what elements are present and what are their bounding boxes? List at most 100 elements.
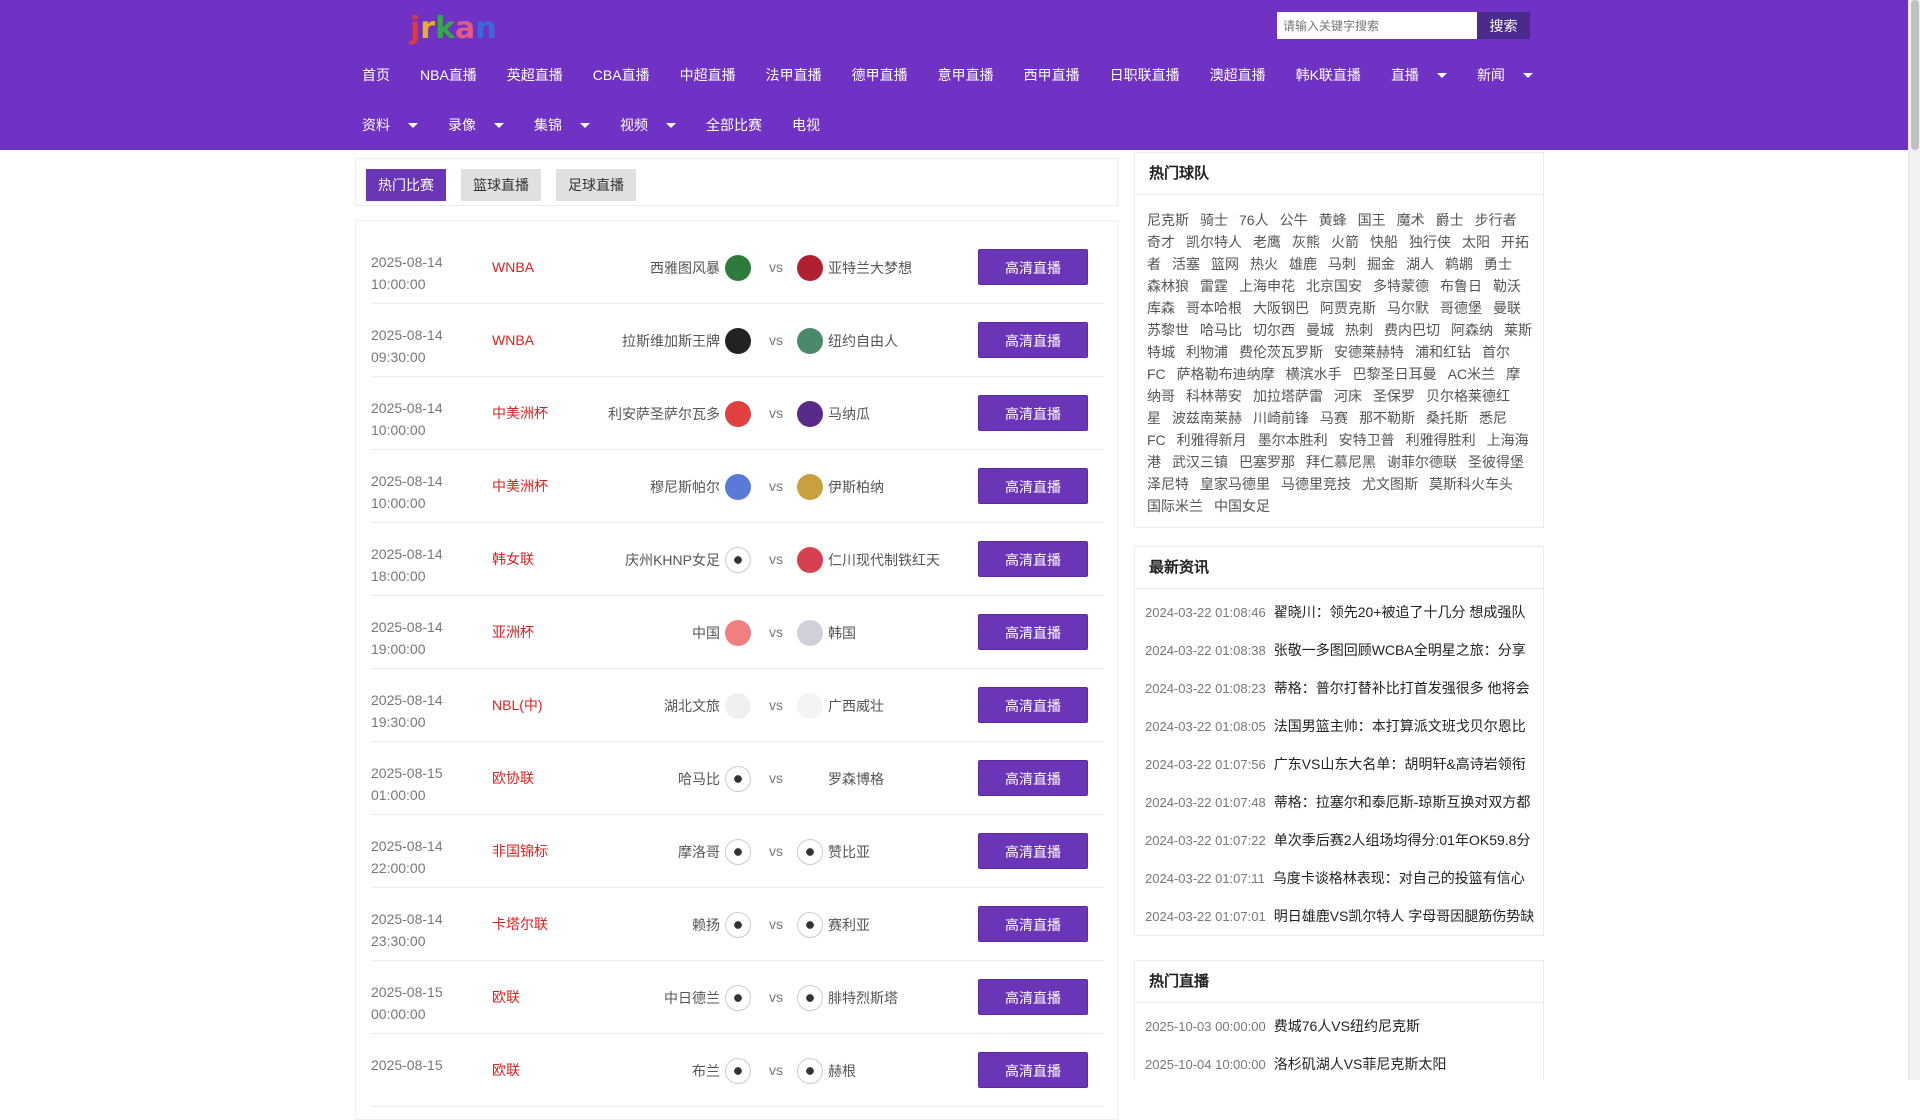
hot-team-link[interactable]: 切尔西 [1253, 322, 1295, 338]
main-nav-item[interactable]: 法甲直播 [766, 65, 822, 85]
hot-team-link[interactable]: 魔术 [1397, 212, 1425, 228]
hot-team-link[interactable]: 中国女足 [1214, 498, 1270, 514]
away-team[interactable]: 马纳瓜 [797, 377, 870, 450]
hot-team-link[interactable]: 莫斯科火车头 [1429, 476, 1513, 492]
hot-team-link[interactable]: 利雅得胜利 [1406, 432, 1476, 448]
news-item[interactable]: 2024-03-22 01:08:38 张敬一多图回顾WCBA全明星之旅：分享 [1135, 631, 1543, 669]
hot-team-link[interactable]: 热刺 [1345, 322, 1373, 338]
hot-team-link[interactable]: 国王 [1358, 212, 1386, 228]
home-team[interactable]: 中国 [692, 596, 751, 669]
main-nav-item[interactable]: 澳超直播 [1210, 65, 1266, 85]
hot-team-link[interactable]: 安德莱赫特 [1334, 344, 1404, 360]
hot-team-link[interactable]: 掘金 [1367, 256, 1395, 272]
match-league[interactable]: 欧协联 [492, 742, 534, 815]
hot-live-item[interactable]: 2025-10-04 10:00:00 洛杉矶湖人VS菲尼克斯太阳 [1135, 1045, 1543, 1083]
main-nav-item[interactable]: 直播 [1391, 65, 1447, 85]
hot-team-link[interactable]: 马德里竞技 [1281, 476, 1351, 492]
watch-live-button[interactable]: 高清直播 [978, 1052, 1088, 1088]
hot-team-link[interactable]: 利物浦 [1186, 344, 1228, 360]
main-nav-item[interactable]: 西甲直播 [1024, 65, 1080, 85]
scrollbar-thumb[interactable] [1911, 0, 1919, 150]
hot-team-link[interactable]: 哥本哈根 [1186, 300, 1242, 316]
hot-team-link[interactable]: 勇士 [1484, 256, 1512, 272]
watch-live-button[interactable]: 高清直播 [978, 395, 1088, 431]
hot-team-link[interactable]: 河床 [1334, 388, 1362, 404]
tab-hot-matches[interactable]: 热门比赛 [366, 169, 446, 201]
hot-team-link[interactable]: 上海申花 [1239, 278, 1295, 294]
hot-team-link[interactable]: 巴黎圣日耳曼 [1353, 366, 1437, 382]
hot-team-link[interactable]: 尤文图斯 [1362, 476, 1418, 492]
hot-team-link[interactable]: 大阪钢巴 [1253, 300, 1309, 316]
match-league[interactable]: 中美洲杯 [492, 377, 548, 450]
watch-live-button[interactable]: 高清直播 [978, 760, 1088, 796]
home-team[interactable]: 利安萨圣萨尔瓦多 [608, 377, 751, 450]
secondary-nav-item[interactable]: 集锦 [534, 115, 590, 135]
main-nav-item[interactable]: 首页 [362, 65, 390, 85]
secondary-nav-item[interactable]: 录像 [448, 115, 504, 135]
hot-team-link[interactable]: 雷霆 [1200, 278, 1228, 294]
hot-team-link[interactable]: 老鹰 [1253, 234, 1281, 250]
main-nav-item[interactable]: 中超直播 [680, 65, 736, 85]
secondary-nav-item[interactable]: 全部比赛 [706, 115, 762, 135]
hot-team-link[interactable]: 阿森纳 [1451, 322, 1493, 338]
watch-live-button[interactable]: 高清直播 [978, 906, 1088, 942]
news-item[interactable]: 2024-03-22 01:07:01 明日雄鹿VS凯尔特人 字母哥因腿筋伤势缺 [1135, 897, 1543, 935]
hot-team-link[interactable]: 步行者 [1475, 212, 1517, 228]
search-button[interactable]: 搜索 [1477, 12, 1530, 39]
hot-team-link[interactable]: 马刺 [1328, 256, 1356, 272]
hot-team-link[interactable]: 利雅得新月 [1177, 432, 1247, 448]
news-item[interactable]: 2024-03-22 01:07:48 蒂格：拉塞尔和泰厄斯-琼斯互换对双方都 [1135, 783, 1543, 821]
hot-team-link[interactable]: 那不勒斯 [1359, 410, 1415, 426]
hot-team-link[interactable]: 萨格勒布迪纳摩 [1177, 366, 1275, 382]
main-nav-item[interactable]: 新闻 [1477, 65, 1533, 85]
hot-team-link[interactable]: 布鲁日 [1440, 278, 1482, 294]
watch-live-button[interactable]: 高清直播 [978, 249, 1088, 285]
hot-team-link[interactable]: 火箭 [1331, 234, 1359, 250]
home-team[interactable]: 哈马比 [678, 742, 751, 815]
hot-team-link[interactable]: 科林蒂安 [1186, 388, 1242, 404]
main-nav-item[interactable]: CBA直播 [593, 65, 650, 85]
hot-team-link[interactable]: 桑托斯 [1426, 410, 1468, 426]
page-scrollbar[interactable] [1908, 0, 1920, 1080]
hot-team-link[interactable]: 森林狼 [1147, 278, 1189, 294]
home-team[interactable]: 庆州KHNP女足 [625, 523, 751, 596]
hot-team-link[interactable]: 横滨水手 [1286, 366, 1342, 382]
match-league[interactable]: 非国锦标 [492, 815, 548, 888]
away-team[interactable]: 仁川现代制铁红天 [797, 523, 940, 596]
match-league[interactable]: 欧联 [492, 961, 520, 1034]
news-item[interactable]: 2024-03-22 01:07:56 广东VS山东大名单：胡明轩&高诗岩领衔 [1135, 745, 1543, 783]
news-item[interactable]: 2024-03-22 01:08:23 蒂格：普尔打替补比打首发强很多 他将会 [1135, 669, 1543, 707]
hot-team-link[interactable]: 黄蜂 [1319, 212, 1347, 228]
hot-team-link[interactable]: 北京国安 [1306, 278, 1362, 294]
match-league[interactable]: WNBA [492, 304, 534, 377]
main-nav-item[interactable]: NBA直播 [420, 65, 477, 85]
hot-team-link[interactable]: 苏黎世 [1147, 322, 1189, 338]
home-team[interactable]: 摩洛哥 [678, 815, 751, 888]
match-league[interactable]: 中美洲杯 [492, 450, 548, 523]
home-team[interactable]: 穆尼斯帕尔 [650, 450, 751, 523]
main-nav-item[interactable]: 日职联直播 [1110, 65, 1180, 85]
hot-team-link[interactable]: 加拉塔萨雷 [1253, 388, 1323, 404]
watch-live-button[interactable]: 高清直播 [978, 687, 1088, 723]
hot-team-link[interactable]: 公牛 [1280, 212, 1308, 228]
hot-team-link[interactable]: 马尔默 [1387, 300, 1429, 316]
hot-team-link[interactable]: 武汉三镇 [1172, 454, 1228, 470]
hot-team-link[interactable]: 奇才 [1147, 234, 1175, 250]
away-team[interactable]: 赛利亚 [797, 888, 870, 961]
news-item[interactable]: 2024-03-22 01:07:22 单次季后赛2人组场均得分:01年OK59.… [1135, 821, 1543, 859]
hot-team-link[interactable]: 墨尔本胜利 [1258, 432, 1328, 448]
hot-team-link[interactable]: 浦和红钻 [1415, 344, 1471, 360]
main-nav-item[interactable]: 意甲直播 [938, 65, 994, 85]
hot-team-link[interactable]: 拜仁慕尼黑 [1306, 454, 1376, 470]
away-team[interactable]: 广西威壮 [797, 669, 884, 742]
hot-team-link[interactable]: 费伦茨瓦罗斯 [1239, 344, 1323, 360]
news-item[interactable]: 2024-03-22 01:08:46 翟晓川：领先20+被追了十几分 想成强队 [1135, 593, 1543, 631]
match-league[interactable]: 亚洲杯 [492, 596, 534, 669]
hot-team-link[interactable]: 波兹南莱赫 [1172, 410, 1242, 426]
hot-team-link[interactable]: 尼克斯 [1147, 212, 1189, 228]
hot-team-link[interactable]: 雄鹿 [1289, 256, 1317, 272]
away-team[interactable]: 韩国 [797, 596, 856, 669]
away-team[interactable]: 腓特烈斯塔 [797, 961, 898, 1034]
hot-team-link[interactable]: 川崎前锋 [1253, 410, 1309, 426]
tab-basketball-live[interactable]: 篮球直播 [461, 169, 541, 201]
